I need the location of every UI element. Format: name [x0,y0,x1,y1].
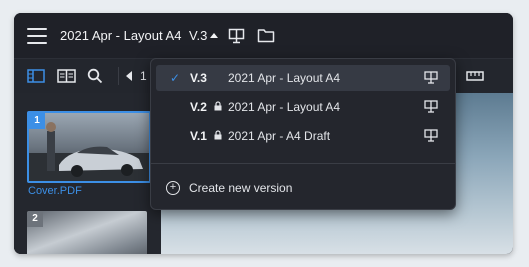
two-page-icon[interactable] [57,69,76,83]
presentation-icon[interactable] [424,100,438,113]
grid-view-icon[interactable] [27,69,45,83]
presentation-icon[interactable] [424,129,438,142]
hamburger-icon[interactable] [27,28,47,44]
create-new-version-button[interactable]: + Create new version [166,178,292,198]
folder-icon[interactable] [257,28,275,43]
version-label: V.3 [190,71,207,85]
presentation-icon[interactable] [424,71,438,84]
caret-up-icon[interactable] [210,33,218,38]
create-new-version-label: Create new version [189,181,293,195]
car-photo-image [29,122,149,181]
lock-icon [214,101,222,111]
version-menu-item-v3[interactable]: ✓ V.3 2021 Apr - Layout A4 [156,65,450,91]
page-thumbnails-panel: 1 Cover.PDF 2 [14,93,161,254]
chevron-left-icon[interactable] [126,71,133,81]
toolbar-divider [118,67,119,85]
page-thumbnail-label[interactable]: Cover.PDF [28,185,82,197]
presentation-icon[interactable] [228,28,245,44]
page-number[interactable]: 1 [140,69,147,83]
page-number-badge: 1 [29,113,45,129]
check-icon: ✓ [170,71,181,85]
title-bar: 2021 Apr - Layout A4 V.3 [14,13,513,58]
document-title: 2021 Apr - Layout A4 [60,28,182,43]
ruler-icon[interactable] [466,71,484,81]
version-menu-item-v1[interactable]: V.1 2021 Apr - A4 Draft [156,123,450,149]
version-title: 2021 Apr - A4 Draft [228,129,331,143]
menu-divider [151,163,455,164]
plus-circle-icon: + [166,181,180,195]
version-title: 2021 Apr - Layout A4 [228,100,341,114]
version-menu-item-v2[interactable]: V.2 2021 Apr - Layout A4 [156,94,450,120]
page-thumbnail[interactable]: 2 [27,211,147,254]
version-title: 2021 Apr - Layout A4 [228,71,341,85]
search-icon[interactable] [87,68,103,84]
version-selector[interactable]: V.3 [189,28,207,43]
version-label: V.1 [190,129,207,143]
version-dropdown-menu: ✓ V.3 2021 Apr - Layout A4 V.2 2021 Apr … [150,58,456,210]
page-thumbnail[interactable]: 1 [27,111,151,183]
version-label: V.2 [190,100,207,114]
lock-icon [214,130,222,140]
page-number-badge: 2 [27,211,43,227]
